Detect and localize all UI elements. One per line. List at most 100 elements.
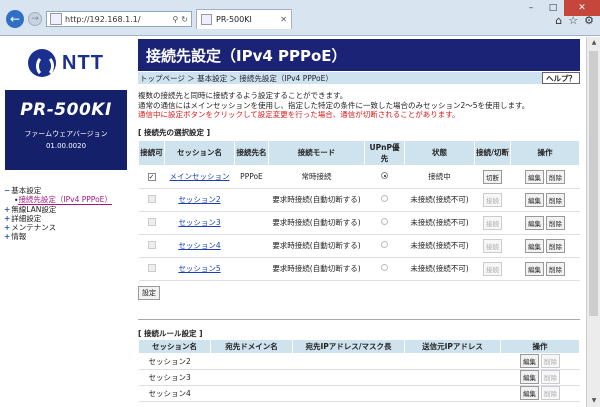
col-header: セッション名 — [138, 338, 211, 354]
ntt-logo-icon — [28, 49, 57, 77]
tab-close-icon[interactable]: ✕ — [280, 15, 287, 24]
nav-label-connection[interactable]: 接続先設定（IPv4 PPPoE） — [18, 195, 112, 205]
plus-icon: + — [4, 205, 11, 214]
refresh-icon[interactable]: ↻ — [181, 15, 188, 24]
delete-button[interactable]: 削除 — [546, 261, 565, 276]
col-header: セッション名 — [164, 139, 235, 166]
vertical-scrollbar[interactable]: ▲ ▼ — [586, 37, 600, 407]
col-header: 宛先IPアドレス/マスク長 — [292, 338, 405, 354]
nav-label-detail: 詳細設定 — [11, 214, 42, 223]
help-button[interactable]: ヘルプ？ — [542, 72, 580, 84]
enable-checkbox[interactable] — [147, 263, 156, 272]
edit-button[interactable]: 編集 — [525, 169, 544, 184]
session-table: 接続可 セッション名 接続先名 接続モード UPnP優先 状態 接続/切断 操作… — [138, 139, 580, 281]
table-row: セッション5 要求時接続(自動切断する) 未接続(接続不可) 接続 編集 削除 — [138, 257, 580, 281]
delete-button[interactable]: 削除 — [546, 238, 565, 253]
status: 未接続(接続不可) — [404, 234, 475, 258]
delete-button[interactable]: 削除 — [541, 354, 560, 368]
connect-button[interactable]: 接続 — [483, 261, 502, 276]
col-header: 接続モード — [268, 139, 365, 166]
col-header: 状態 — [404, 139, 475, 166]
rule-session-name: セッション4 — [138, 385, 211, 402]
ntt-logo: NTT — [0, 40, 132, 86]
minimize-button[interactable]: – — [520, 0, 542, 16]
connect-button[interactable]: 接続 — [483, 238, 502, 253]
nav-label-info: 情報 — [11, 232, 27, 241]
edit-button[interactable]: 編集 — [520, 386, 539, 400]
session-link[interactable]: メインセッション — [170, 172, 230, 181]
upnp-radio[interactable] — [381, 218, 388, 225]
nav-item-info[interactable]: + 情報 — [4, 232, 132, 241]
search-icon[interactable]: ⚲ — [172, 15, 178, 24]
session-link[interactable]: セッション4 — [178, 241, 220, 250]
connect-button[interactable]: 接続 — [483, 192, 502, 207]
col-header: 接続可 — [138, 139, 165, 166]
status: 未接続(接続不可) — [404, 211, 475, 235]
delete-button[interactable]: 削除 — [546, 215, 565, 230]
nav-item-wireless[interactable]: + 無線LAN設定 — [4, 205, 132, 214]
toolbar-icons: ⌂ ☆ ⚙ — [555, 14, 594, 27]
edit-button[interactable]: 編集 — [525, 261, 544, 276]
main-content: 接続先設定（IPv4 PPPoE） トップページ ＞ 基本設定 ＞ 接続先設定（… — [138, 37, 580, 407]
enable-checkbox[interactable] — [147, 240, 156, 249]
model-name: PR-500KI — [20, 100, 112, 120]
nav-item-basic[interactable]: − 基本設定 — [4, 186, 132, 195]
col-header: 操作 — [500, 338, 580, 354]
gear-icon[interactable]: ⚙ — [584, 14, 594, 27]
upnp-radio[interactable] — [381, 172, 388, 179]
scroll-up-icon[interactable]: ▲ — [587, 37, 600, 49]
edit-button[interactable]: 編集 — [525, 192, 544, 207]
nav-item-connection[interactable]: • 接続先設定（IPv4 PPPoE） — [4, 195, 132, 205]
browser-tab[interactable]: PR-500KI ✕ — [196, 9, 292, 29]
col-header: 操作 — [510, 139, 580, 166]
col-header: 接続先名 — [234, 139, 269, 166]
forward-button[interactable]: → — [28, 12, 42, 26]
home-icon[interactable]: ⌂ — [555, 14, 562, 27]
connect-button[interactable]: 接続 — [483, 215, 502, 230]
scroll-thumb[interactable] — [589, 51, 598, 316]
divider — [138, 318, 580, 320]
enable-checkbox[interactable]: ✓ — [147, 173, 156, 181]
edit-button[interactable]: 編集 — [520, 354, 539, 368]
delete-button[interactable]: 削除 — [546, 192, 565, 207]
minus-icon: − — [4, 186, 11, 195]
page-icon — [50, 13, 62, 25]
rule-table: セッション名 宛先ドメイン名 宛先IPアドレス/マスク長 送信元IPアドレス 操… — [138, 338, 580, 402]
edit-button[interactable]: 編集 — [520, 370, 539, 384]
breadcrumb-bar: トップページ ＞ 基本設定 ＞ 接続先設定（IPv4 PPPoE） ヘルプ？ — [138, 72, 580, 84]
page-title: 接続先設定（IPv4 PPPoE） — [138, 39, 580, 71]
dest-name — [234, 234, 269, 258]
delete-button[interactable]: 削除 — [546, 169, 565, 184]
enable-checkbox[interactable] — [147, 217, 156, 226]
nav-item-detail[interactable]: + 詳細設定 — [4, 214, 132, 223]
set-button[interactable]: 設定 — [138, 285, 160, 300]
disconnect-button[interactable]: 切断 — [483, 169, 502, 184]
delete-button[interactable]: 削除 — [541, 386, 560, 400]
table-row: セッション4 編集 削除 — [138, 385, 580, 402]
upnp-radio[interactable] — [381, 264, 388, 271]
address-url[interactable]: http://192.168.1.1/ — [65, 15, 172, 24]
dest-name — [234, 257, 269, 281]
address-bar[interactable]: http://192.168.1.1/ ⚲ ↻ — [46, 11, 192, 27]
plus-icon: + — [4, 223, 11, 232]
session-link[interactable]: セッション2 — [178, 195, 220, 204]
edit-button[interactable]: 編集 — [525, 238, 544, 253]
back-button[interactable]: ← — [6, 10, 24, 28]
table-row: セッション3 要求時接続(自動切断する) 未接続(接続不可) 接続 編集 削除 — [138, 211, 580, 235]
edit-button[interactable]: 編集 — [525, 215, 544, 230]
session-link[interactable]: セッション5 — [178, 264, 220, 273]
sidebar: NTT PR-500KI ファームウェアバージョン 01.00.0020 − 基本… — [0, 37, 132, 407]
description: 複数の接続先と同時に接続するよう設定することができます。 通常の通信にはメインセ… — [138, 91, 580, 120]
breadcrumb[interactable]: トップページ ＞ 基本設定 ＞ 接続先設定（IPv4 PPPoE） — [140, 73, 333, 84]
enable-checkbox[interactable] — [147, 194, 156, 203]
scroll-down-icon[interactable]: ▼ — [587, 395, 600, 407]
session-link[interactable]: セッション3 — [178, 218, 220, 227]
upnp-radio[interactable] — [381, 241, 388, 248]
browser-chrome: ← → http://192.168.1.1/ ⚲ ↻ PR-500KI ✕ –… — [0, 0, 600, 36]
conn-mode: 常時接続 — [268, 165, 365, 189]
nav-item-maint[interactable]: + メンテナンス — [4, 223, 132, 232]
delete-button[interactable]: 削除 — [541, 370, 560, 384]
table-row: ✓ メインセッション PPPoE 常時接続 接続中 切断 編集 削除 — [138, 165, 580, 189]
star-icon[interactable]: ☆ — [568, 14, 578, 27]
upnp-radio[interactable] — [381, 195, 388, 202]
